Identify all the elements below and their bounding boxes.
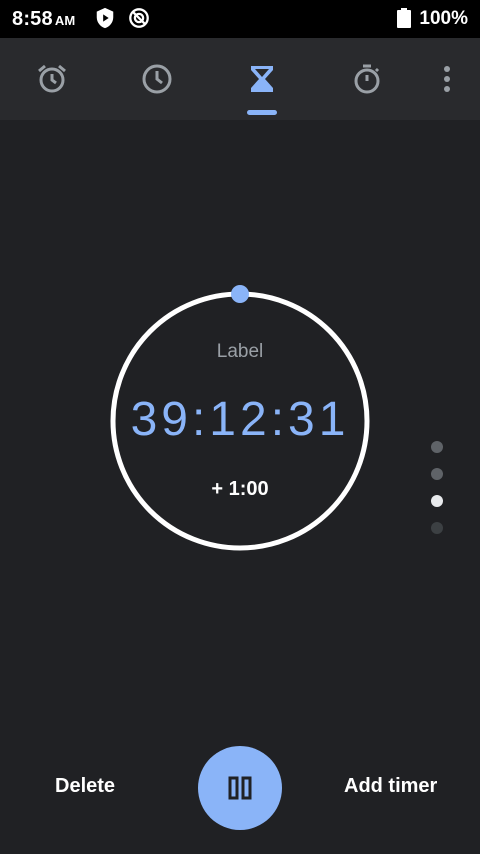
delete-button[interactable]: Delete (55, 775, 115, 798)
status-time-value: 8:58 (12, 8, 53, 30)
tab-indicator (247, 110, 277, 115)
page-indicator (430, 438, 444, 538)
page-dot (431, 522, 443, 534)
tab-bar (0, 38, 480, 120)
clock-icon (142, 64, 172, 94)
status-time-ampm: AM (54, 13, 76, 28)
timer-remaining: 39:12:31 (130, 393, 350, 446)
status-time: 8:58 AM (12, 8, 75, 31)
timer-progress-handle[interactable] (231, 285, 249, 303)
timer-label[interactable]: Label (140, 341, 340, 363)
pause-button[interactable] (198, 746, 282, 830)
tab-stopwatch[interactable] (332, 38, 402, 120)
page-dot (431, 441, 443, 453)
pause-icon (228, 776, 252, 800)
battery-percent: 100% (419, 8, 468, 29)
page-dot-active (431, 495, 443, 507)
alarm-icon (38, 64, 66, 93)
tab-clock[interactable] (122, 38, 192, 120)
status-bar: 8:58 AM 100% (0, 0, 480, 38)
stopwatch-icon (354, 64, 380, 94)
do-not-disturb-icon (129, 8, 149, 28)
hourglass-icon (251, 66, 273, 92)
tab-timer[interactable] (227, 38, 297, 120)
add-timer-button[interactable]: Add timer (344, 775, 437, 798)
more-options-icon[interactable] (432, 62, 462, 96)
page-dot (431, 468, 443, 480)
play-protect-icon (96, 7, 114, 29)
tab-alarm[interactable] (17, 38, 87, 120)
add-minute-button[interactable]: + 1:00 (190, 478, 290, 501)
battery-icon (397, 8, 411, 28)
